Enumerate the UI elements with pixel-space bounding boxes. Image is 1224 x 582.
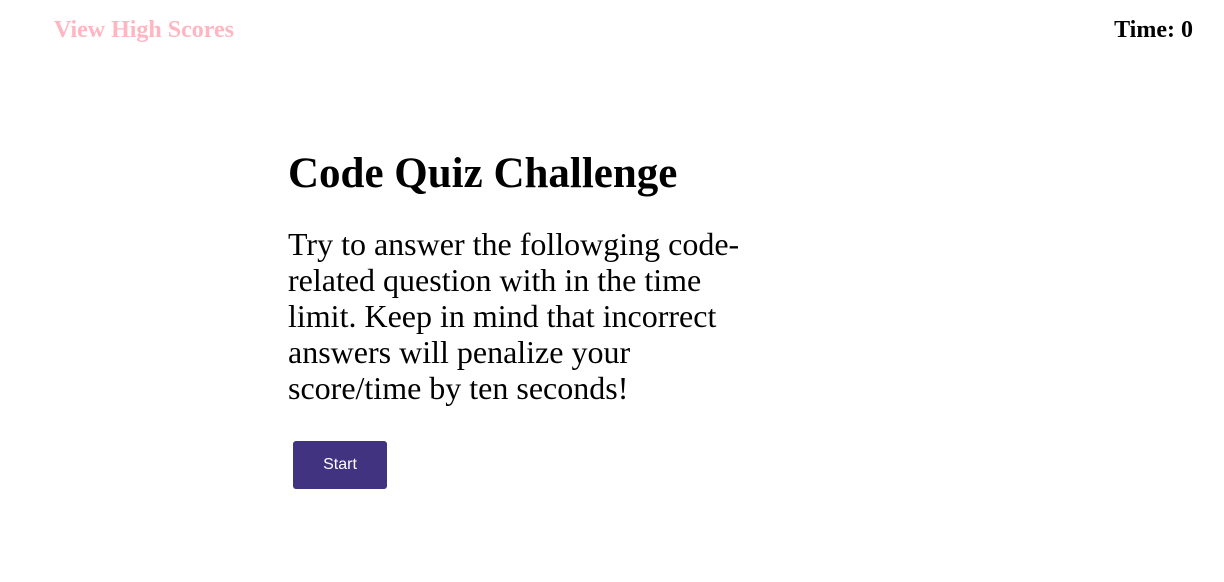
timer-display: Time: 0 (1114, 17, 1193, 43)
quiz-page: View High Scores Time: 0 Code Quiz Chall… (0, 0, 1224, 582)
quiz-start-panel: Code Quiz Challenge Try to answer the fo… (288, 148, 758, 489)
page-title: Code Quiz Challenge (288, 150, 678, 197)
start-button[interactable]: Start (293, 441, 387, 489)
quiz-description: Try to answer the followging code-relate… (288, 226, 740, 406)
view-high-scores-link[interactable]: View High Scores (54, 15, 234, 45)
